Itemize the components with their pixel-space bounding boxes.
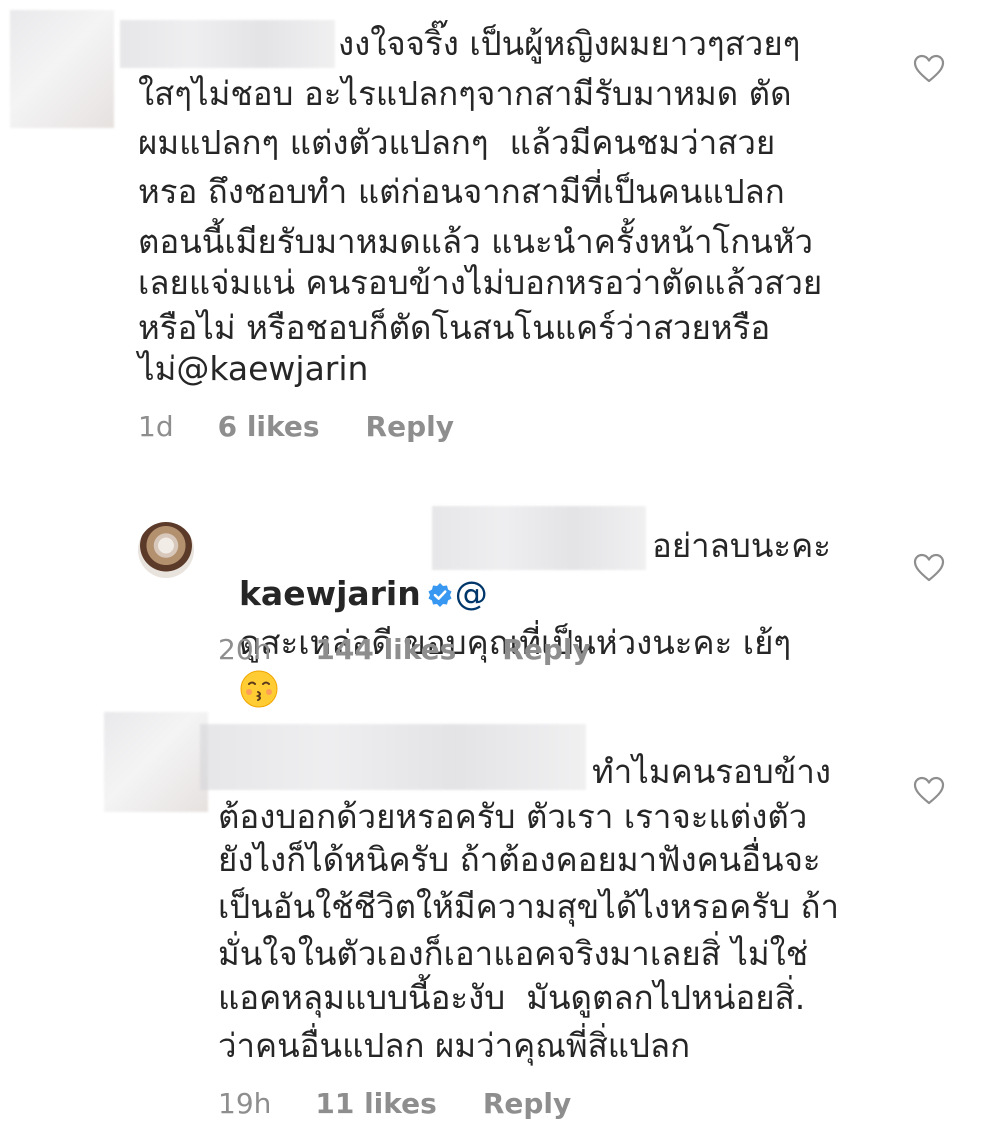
comment-text-line: แอคหลุมแบบนี้อะงับ มันดูตลกไปหน่อยสิ่. bbox=[218, 978, 806, 1017]
comment-time: 19h bbox=[218, 1087, 272, 1120]
kissing-face-emoji bbox=[240, 670, 278, 708]
comment-time: 1d bbox=[138, 410, 174, 443]
comment-text-line: เลยแจ่มแน่ คนรอบข้างไม่บอกหรอว่าตัดแล้วส… bbox=[138, 263, 823, 302]
comment-text-line: เป็นอันใช้ชีวิตให้มีความสุขได้ไงหรอครับ … bbox=[218, 887, 840, 926]
comment-text-line: มั่นใจในตัวเองก็เอาแอคจริงมาเลยสิ่ ไม่ใช… bbox=[218, 934, 809, 973]
heart-outline-icon[interactable] bbox=[913, 776, 945, 806]
comment-text-line: ใสๆไม่ชอบ อะไรแปลกๆจากสามีรับมาหมด ตัด bbox=[138, 74, 792, 113]
reply-button[interactable]: Reply bbox=[502, 633, 590, 666]
comment-text-line: ทำไมคนรอบข้าง bbox=[592, 752, 831, 791]
avatar-blurred bbox=[104, 712, 208, 812]
reply-button[interactable]: Reply bbox=[483, 1087, 571, 1120]
mention-blurred bbox=[432, 506, 646, 570]
comment-text-line: ผมแปลกๆ แต่งตัวแปลกๆ แล้วมีคนชมว่าสวย bbox=[138, 123, 776, 162]
username-blurred bbox=[200, 724, 586, 790]
likes-count-button[interactable]: 144 likes bbox=[315, 633, 456, 666]
heart-outline-icon[interactable] bbox=[913, 553, 945, 583]
reply-button[interactable]: Reply bbox=[366, 410, 454, 443]
likes-count-button[interactable]: 11 likes bbox=[315, 1087, 436, 1120]
avatar[interactable] bbox=[138, 522, 194, 578]
reply-meta: 20h 144 likes Reply bbox=[218, 633, 591, 666]
username-blurred bbox=[120, 20, 335, 68]
heart-outline-icon[interactable] bbox=[913, 54, 945, 84]
comment-text-line: ว่าคนอื่นแปลก ผมว่าคุณพี่สิ่แปลก bbox=[218, 1026, 691, 1065]
comment-text-line: ต้องบอกด้วยหรอครับ ตัวเรา เราจะแต่งตัว bbox=[218, 797, 808, 836]
comment-meta: 19h 11 likes Reply bbox=[218, 1087, 571, 1120]
comment-text-line: ยังไงก็ได้หนิครับ ถ้าต้องคอยมาฟังคนอื่นจ… bbox=[218, 840, 821, 879]
comment-text-line: งงใจจริ๊ง เป็นผู้หญิงผมยาวๆสวยๆ bbox=[338, 24, 801, 63]
avatar-blurred bbox=[10, 10, 114, 128]
reply-line-1-tail: อย่าลบนะคะ bbox=[652, 526, 831, 565]
likes-count-button[interactable]: 6 likes bbox=[218, 410, 320, 443]
comment-text-line: ไม่@kaewjarin bbox=[138, 349, 369, 388]
comment-text-line: หรอ ถึงชอบทำ แต่ก่อนจากสามีที่เป็นคนแปลก bbox=[138, 172, 785, 211]
comment-meta: 1d 6 likes Reply bbox=[138, 410, 454, 443]
comment-time: 20h bbox=[218, 633, 272, 666]
